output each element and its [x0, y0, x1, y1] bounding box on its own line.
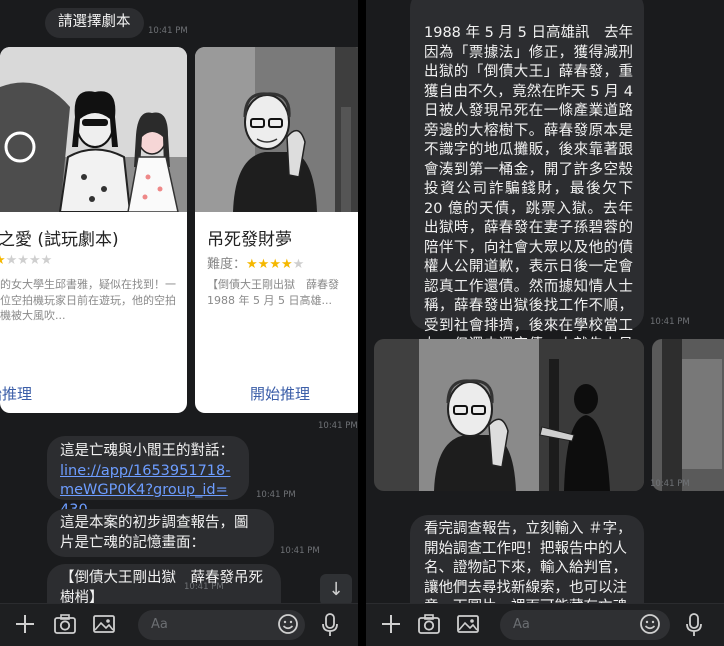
select-script-bubble: 請選擇劇本: [45, 8, 144, 38]
message-text: 這是亡魂與小閻王的對話：: [60, 443, 234, 459]
timestamp: 10:41 PM: [280, 546, 320, 556]
microphone-icon[interactable]: [320, 613, 340, 637]
start-reasoning-button[interactable]: 開始推理: [0, 383, 187, 404]
script-card[interactable]: 之愛 (試玩劇本) ★★★★★ 的女大學生邱書雅，疑似在找到！一位空拍機玩家日前…: [0, 47, 187, 413]
article-text: 1988 年 5 月 5 日高雄訊 去年因為「票據法」修正，獲得減刑出獄的「倒債…: [424, 25, 633, 392]
card-title: 吊死發財夢: [207, 230, 292, 250]
card-description: 的女大學生邱書雅，疑似在找到！一位空拍機玩家日前在遊玩，他的空拍機被大風吹...: [0, 278, 176, 322]
timestamp: 10:41 PM: [256, 490, 296, 500]
input-toolbar: Aa: [366, 603, 724, 646]
message-text: 看完調查報告，立刻輸入 ＃字，開始調查工作吧！把報告中的人名、證物記下來，輸入給…: [424, 521, 632, 615]
memory-image[interactable]: [374, 339, 644, 491]
card-description: 【倒債大王剛出獄 薛春發 1988 年 5 月 5 日高雄...: [207, 278, 350, 307]
timestamp: 10:41 PM: [318, 421, 358, 431]
card-illustration: [0, 47, 187, 212]
image-icon[interactable]: [92, 613, 116, 635]
difficulty-rating: 難度：★★★★★: [207, 253, 304, 272]
message-bubble: 這是本案的初步調查報告，圖片是亡魂的記憶畫面：: [47, 509, 274, 557]
start-reasoning-button[interactable]: 開始推理: [195, 383, 358, 404]
image-icon[interactable]: [456, 613, 480, 635]
emoji-icon[interactable]: [639, 613, 661, 635]
timestamp: 10:41 PM: [650, 479, 690, 489]
script-card[interactable]: 吊死發財夢 難度：★★★★★ 【倒債大王剛出獄 薛春發 1988 年 5 月 5…: [195, 47, 358, 413]
star-icon: ★★★★: [246, 257, 293, 272]
plus-icon[interactable]: [380, 613, 402, 635]
scroll-down-button[interactable]: ↓: [320, 574, 352, 606]
card-title: 之愛 (試玩劇本): [0, 230, 119, 250]
timestamp: 10:41 PM: [184, 582, 224, 592]
camera-icon[interactable]: [417, 613, 441, 635]
timestamp: 10:41 PM: [148, 26, 188, 36]
difficulty-rating: ★★★★★: [0, 253, 52, 268]
message-text: 這是本案的初步調查報告，圖片是亡魂的記憶畫面：: [60, 515, 249, 551]
message-text: 【倒債大王剛出獄 薛春發吊死樹梢】: [60, 570, 263, 606]
memory-image[interactable]: [652, 339, 724, 491]
emoji-icon[interactable]: [277, 613, 299, 635]
plus-icon[interactable]: [14, 613, 36, 635]
difficulty-label: 難度：: [207, 257, 247, 272]
camera-icon[interactable]: [53, 613, 77, 635]
message-bubble: 這是亡魂與小閻王的對話： line://app/1653951718-meWGP…: [47, 436, 249, 518]
star-empty-icon: ★★★★: [5, 253, 53, 268]
right-chat-panel: 1988 年 5 月 5 日高雄訊 去年因為「票據法」修正，獲得減刑出獄的「倒債…: [366, 0, 724, 646]
star-empty-icon: ★: [292, 257, 305, 272]
card-illustration: [195, 47, 358, 212]
select-script-text: 請選擇劇本: [58, 14, 131, 30]
article-bubble: 1988 年 5 月 5 日高雄訊 去年因為「票據法」修正，獲得減刑出獄的「倒債…: [410, 0, 644, 392]
left-chat-panel: 請選擇劇本 10:41 PM 之愛 (試玩劇本) ★★★★★: [0, 0, 358, 646]
input-toolbar: Aa: [0, 603, 358, 646]
microphone-icon[interactable]: [684, 613, 704, 637]
timestamp: 10:41 PM: [650, 317, 690, 327]
